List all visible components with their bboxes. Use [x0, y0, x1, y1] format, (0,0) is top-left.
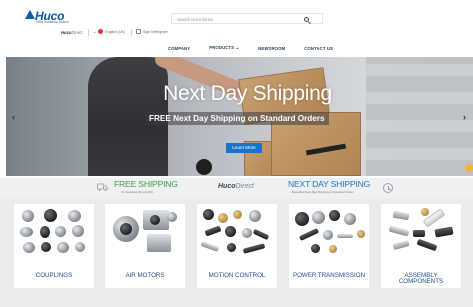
- motion-control-image: [242, 243, 266, 254]
- coupling-image: [68, 210, 81, 222]
- coupling-image: [75, 242, 85, 252]
- divider: [88, 29, 89, 36]
- coupling-image: [55, 226, 66, 237]
- power-transmission-image: [337, 234, 353, 238]
- assembly-component-image: [413, 230, 425, 237]
- flag-icon: [98, 29, 104, 34]
- power-transmission-image: [357, 230, 365, 238]
- category-card-air-motors[interactable]: AIR MOTORS: [105, 204, 185, 288]
- power-transmission-image: [344, 213, 356, 225]
- sub-logo-brand: Huco: [61, 30, 72, 35]
- page-footer-strip: [0, 292, 473, 307]
- air-motor-image: [120, 223, 132, 235]
- power-transmission-image: [311, 244, 320, 253]
- category-label-assembly-components: ASSEMBLY COMPONENTS: [381, 272, 461, 286]
- clock-icon: [383, 183, 393, 193]
- free-shipping-subtitle: On Standard UK and ROI: [121, 189, 153, 194]
- motion-control-image: [204, 225, 222, 237]
- huco-direct-brand: Huco: [218, 183, 236, 190]
- power-transmission-image: [295, 212, 309, 226]
- category-label-motion-control: MOTION CONTROL: [208, 272, 266, 280]
- search-input[interactable]: Search Huco Direct: [171, 13, 323, 24]
- free-shipping-title: FREE SHIPPING: [114, 179, 178, 189]
- assembly-component-image: [388, 225, 410, 237]
- motion-control-image: [252, 228, 270, 241]
- category-card-motion-control[interactable]: MOTION CONTROL: [197, 204, 277, 288]
- next-day-shipping-subtitle: Expedited Next Day Shipping on Standard …: [292, 189, 354, 194]
- power-transmission-image: [298, 228, 320, 241]
- chevron-icon: ⌄: [93, 29, 97, 34]
- coupling-image: [22, 210, 34, 222]
- coupling-image: [20, 227, 33, 237]
- motion-control-image: [218, 213, 228, 223]
- coupling-image: [40, 226, 50, 238]
- power-transmission-image: [329, 210, 340, 221]
- coupling-image: [44, 209, 57, 222]
- motion-control-image: [200, 241, 220, 252]
- user-icon: [136, 29, 141, 34]
- next-day-shipping-title: NEXT DAY SHIPPING: [288, 179, 371, 189]
- air-motor-image: [167, 212, 177, 222]
- arrow-left-icon[interactable]: ‹: [12, 112, 15, 122]
- nav-item-contact[interactable]: CONTACT US: [304, 46, 333, 51]
- locale-selector[interactable]: ⌄ English (UK): [93, 29, 125, 34]
- air-motor-image: [147, 234, 171, 252]
- nav-item-newsroom[interactable]: NEWSROOM: [258, 46, 285, 51]
- hero-title: Next Day Shipping: [163, 82, 332, 105]
- assembly-component-image: [434, 226, 454, 238]
- coupling-image: [23, 242, 35, 253]
- power-transmission-image: [323, 230, 333, 240]
- assembly-component-image: [392, 240, 410, 250]
- motion-control-image: [225, 226, 236, 237]
- main-nav: COMPANY PRODUCTS ⌄ NEWSROOM CONTACT US: [0, 41, 473, 55]
- nav-item-company[interactable]: COMPANY: [168, 46, 190, 51]
- category-label-air-motors: AIR MOTORS: [125, 272, 165, 280]
- chat-bubble-icon[interactable]: [465, 164, 473, 172]
- shipping-banner: FREE SHIPPING On Standard UK and ROI Huc…: [0, 178, 473, 199]
- arrow-right-icon[interactable]: ›: [463, 112, 466, 122]
- learn-more-button[interactable]: Learn More: [226, 143, 262, 153]
- coupling-image: [72, 225, 84, 237]
- search-placeholder: Search Huco Direct: [177, 16, 214, 22]
- truck-icon: [97, 183, 108, 191]
- account-link[interactable]: Sign In/Register: [136, 29, 168, 34]
- coupling-image: [41, 242, 51, 252]
- category-card-assembly-components[interactable]: ASSEMBLY COMPONENTS: [381, 204, 461, 288]
- power-transmission-image: [329, 245, 337, 253]
- account-label: Sign In/Register: [143, 29, 168, 34]
- divider: [131, 29, 132, 36]
- category-card-power-transmission[interactable]: POWER TRANSMISSION: [289, 204, 369, 288]
- motion-control-image: [203, 209, 214, 220]
- category-label-couplings: COUPLINGS: [35, 272, 73, 280]
- power-transmission-image: [312, 211, 325, 224]
- assembly-component-image: [421, 208, 429, 216]
- site-header: Huco Altra Industrial Motion HucoDirect …: [0, 0, 473, 40]
- hero-background-shelf: [366, 57, 473, 176]
- coupling-image: [57, 242, 69, 253]
- assembly-component-image: [416, 238, 438, 252]
- motion-control-image: [227, 243, 236, 252]
- search-icon[interactable]: [304, 16, 309, 22]
- sub-logo-suffix: Direct: [71, 30, 83, 35]
- motion-control-image: [249, 210, 261, 222]
- category-label-power-transmission: POWER TRANSMISSION: [292, 272, 366, 280]
- locale-label: English (UK): [105, 29, 126, 34]
- air-motor-image: [150, 215, 160, 225]
- sub-logo[interactable]: HucoDirect: [61, 30, 82, 35]
- motion-control-image: [233, 210, 242, 219]
- logo-tagline: Altra Industrial Motion: [36, 20, 69, 24]
- nav-item-products[interactable]: PRODUCTS ⌄: [209, 45, 239, 51]
- huco-direct-logo: HucoDirect: [218, 183, 254, 190]
- category-label-line: COMPONENTS: [398, 278, 444, 286]
- assembly-component-image: [392, 210, 410, 221]
- motion-control-image: [242, 228, 252, 238]
- category-card-couplings[interactable]: COUPLINGS: [14, 204, 94, 288]
- huco-direct-suffix: Direct: [235, 183, 254, 190]
- hero-trolley-wheel: [196, 159, 212, 175]
- hero-subtitle: FREE Next Day Shipping on Standard Order…: [145, 112, 329, 125]
